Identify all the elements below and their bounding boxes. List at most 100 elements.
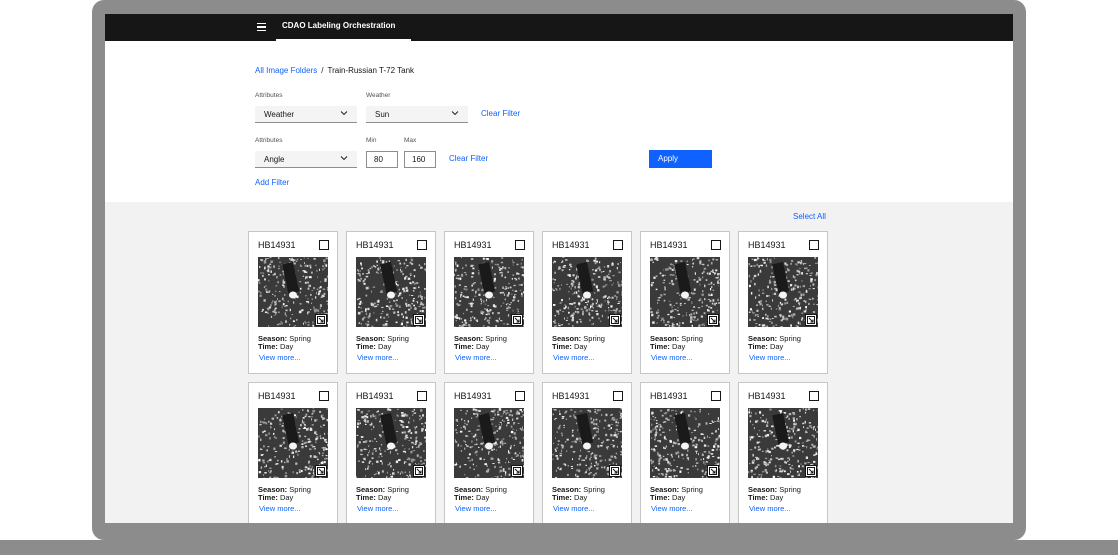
expand-icon[interactable] [609,465,621,477]
filter2-max-input[interactable]: 160 [404,151,436,168]
image-card[interactable]: HB14931 Season: Spring Time: Day View mo… [248,231,338,374]
time-value: Day [671,342,686,351]
expand-icon[interactable] [609,314,621,326]
expand-icon[interactable] [315,314,327,326]
time-label: Time: [356,342,376,351]
view-more-link[interactable]: View more... [651,353,693,362]
image-card[interactable]: HB14931 Season: Spring Time: Day View mo… [248,382,338,523]
satellite-thumbnail-image[interactable] [454,257,524,327]
time-value: Day [671,493,686,502]
filter2-min-value: 80 [374,155,383,164]
time-label: Time: [650,342,670,351]
expand-icon[interactable] [315,465,327,477]
satellite-thumbnail-image[interactable] [454,408,524,478]
card-time: Time: Day [356,342,391,351]
image-card[interactable]: HB14931 Season: Spring Time: Day View mo… [444,382,534,523]
apply-button[interactable]: Apply [649,150,712,168]
expand-icon[interactable] [413,314,425,326]
expand-icon[interactable] [511,465,523,477]
satellite-thumbnail-image[interactable] [552,257,622,327]
image-card[interactable]: HB14931 Season: Spring Time: Day View mo… [738,382,828,523]
time-label: Time: [258,493,278,502]
view-more-link[interactable]: View more... [357,504,399,513]
satellite-thumbnail-image[interactable] [748,408,818,478]
checkbox-icon[interactable] [417,240,427,250]
view-more-link[interactable]: View more... [553,504,595,513]
satellite-thumbnail-image[interactable] [552,408,622,478]
checkbox-icon[interactable] [613,240,623,250]
filter1-clear-filter-link[interactable]: Clear Filter [481,109,520,118]
expand-icon[interactable] [413,465,425,477]
satellite-thumbnail-image[interactable] [650,257,720,327]
expand-arrow-icon [317,316,325,324]
expand-arrow-icon [415,467,423,475]
filter2-min-input[interactable]: 80 [366,151,398,168]
card-id: HB14931 [258,240,296,250]
checkbox-icon[interactable] [417,391,427,401]
filter1-attribute-value: Weather [264,110,295,119]
filter1-value: Sun [375,110,390,119]
image-card[interactable]: HB14931 Season: Spring Time: Day View mo… [640,382,730,523]
view-more-link[interactable]: View more... [651,504,693,513]
expand-icon[interactable] [707,314,719,326]
time-value: Day [279,493,294,502]
view-more-link[interactable]: View more... [357,353,399,362]
satellite-thumbnail-image[interactable] [258,408,328,478]
checkbox-icon[interactable] [319,240,329,250]
satellite-thumbnail-image[interactable] [258,257,328,327]
image-card[interactable]: HB14931 Season: Spring Time: Day View mo… [346,231,436,374]
chevron-down-icon [340,111,348,116]
expand-icon[interactable] [805,314,817,326]
card-id: HB14931 [552,391,590,401]
card-time: Time: Day [748,342,783,351]
satellite-thumbnail-image[interactable] [356,408,426,478]
image-card[interactable]: HB14931 Season: Spring Time: Day View mo… [738,231,828,374]
time-label: Time: [258,342,278,351]
card-id: HB14931 [650,240,688,250]
checkbox-icon[interactable] [613,391,623,401]
satellite-thumbnail-image[interactable] [650,408,720,478]
hamburger-menu-icon[interactable] [257,23,266,31]
filter1-value-dropdown[interactable]: Sun [366,106,468,123]
checkbox-icon[interactable] [711,391,721,401]
app-title[interactable]: CDAO Labeling Orchestration [282,21,395,30]
image-card[interactable]: HB14931 Season: Spring Time: Day View mo… [444,231,534,374]
filter2-min-label: Min [366,137,377,144]
image-card[interactable]: HB14931 Season: Spring Time: Day View mo… [542,231,632,374]
checkbox-icon[interactable] [515,240,525,250]
checkbox-icon[interactable] [515,391,525,401]
card-time: Time: Day [454,493,489,502]
breadcrumb-link-root[interactable]: All Image Folders [255,66,317,75]
view-more-link[interactable]: View more... [455,353,497,362]
image-card[interactable]: HB14931 Season: Spring Time: Day View mo… [346,382,436,523]
view-more-link[interactable]: View more... [749,504,791,513]
card-id: HB14931 [552,240,590,250]
chevron-down-icon [451,111,459,116]
expand-icon[interactable] [511,314,523,326]
filter2-attribute-dropdown[interactable]: Angle [255,151,357,168]
card-time: Time: Day [552,342,587,351]
satellite-thumbnail-image[interactable] [748,257,818,327]
card-time: Time: Day [454,342,489,351]
view-more-link[interactable]: View more... [553,353,595,362]
expand-icon[interactable] [805,465,817,477]
satellite-thumbnail-image[interactable] [356,257,426,327]
view-more-link[interactable]: View more... [455,504,497,513]
checkbox-icon[interactable] [319,391,329,401]
view-more-link[interactable]: View more... [749,353,791,362]
card-time: Time: Day [552,493,587,502]
view-more-link[interactable]: View more... [259,504,301,513]
add-filter-link[interactable]: Add Filter [255,178,289,187]
image-card[interactable]: HB14931 Season: Spring Time: Day View mo… [542,382,632,523]
view-more-link[interactable]: View more... [259,353,301,362]
checkbox-icon[interactable] [809,240,819,250]
image-card[interactable]: HB14931 Season: Spring Time: Day View mo… [640,231,730,374]
filter1-attribute-dropdown[interactable]: Weather [255,106,357,123]
time-value: Day [573,493,588,502]
time-value: Day [573,342,588,351]
checkbox-icon[interactable] [809,391,819,401]
expand-icon[interactable] [707,465,719,477]
select-all-link[interactable]: Select All [793,212,826,221]
checkbox-icon[interactable] [711,240,721,250]
filter2-clear-filter-link[interactable]: Clear Filter [449,154,488,163]
